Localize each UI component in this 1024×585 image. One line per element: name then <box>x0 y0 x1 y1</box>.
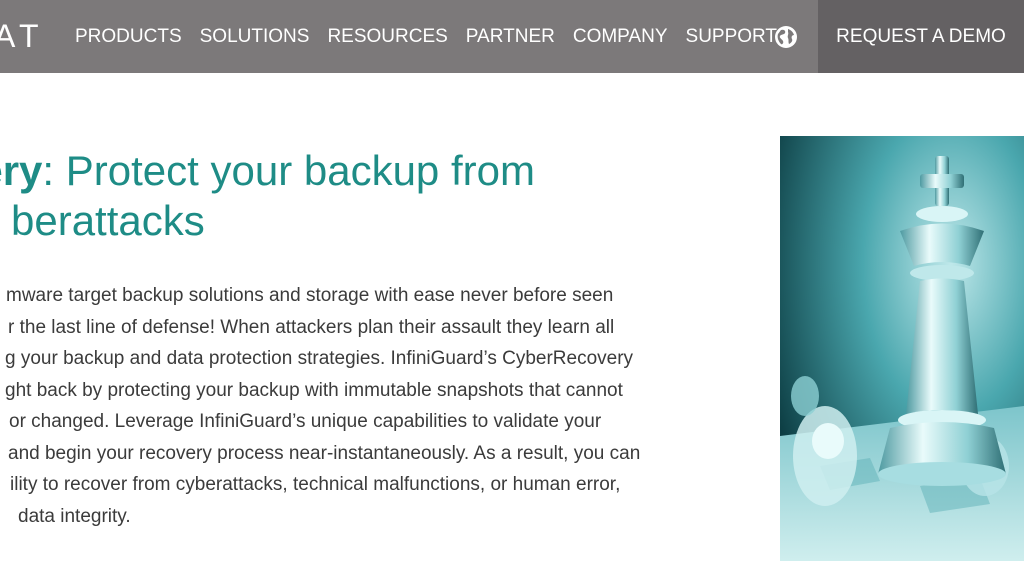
title-line-2: berattacks <box>11 197 205 244</box>
title-rest: : Protect your backup from <box>42 147 535 194</box>
nav-item-company[interactable]: COMPANY <box>573 25 668 49</box>
description-line: g your backup and data protection strate… <box>5 348 634 369</box>
description-line: ght back by protecting your backup with … <box>5 379 623 401</box>
description-line: r the last line of defense! When attacke… <box>8 316 615 338</box>
nav-item-support[interactable]: SUPPORT <box>686 25 778 49</box>
top-navigation: AT PRODUCTS SOLUTIONS RESOURCES PARTNER … <box>0 0 1024 73</box>
nav-item-resources[interactable]: RESOURCES <box>327 25 447 49</box>
request-demo-button[interactable]: REQUEST A DEMO <box>818 0 1024 73</box>
logo[interactable]: AT <box>0 16 45 56</box>
page-title: very: Protect your backup from berattack… <box>0 146 676 246</box>
description-line: ility to recover from cyberattacks, tech… <box>10 474 621 495</box>
description-line: or changed. Leverage InfiniGuard’s uniqu… <box>9 411 602 432</box>
description-line: mware target backup solutions and storag… <box>6 285 614 306</box>
globe-icon[interactable] <box>773 24 799 50</box>
description-line: data integrity. <box>18 505 131 527</box>
nav-item-partner[interactable]: PARTNER <box>466 25 555 49</box>
chess-king-image <box>780 136 1024 561</box>
nav-menu: PRODUCTS SOLUTIONS RESOURCES PARTNER COM… <box>75 25 795 49</box>
description-line: and begin your recovery process near-ins… <box>8 442 641 464</box>
hero-description: mware target backup solutions and storag… <box>0 280 738 532</box>
title-strong: very <box>0 147 43 194</box>
nav-item-products[interactable]: PRODUCTS <box>75 25 182 49</box>
nav-item-solutions[interactable]: SOLUTIONS <box>200 25 310 49</box>
